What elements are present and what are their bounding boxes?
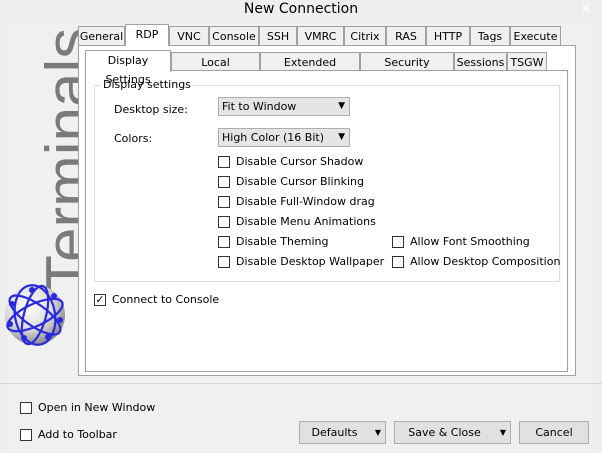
checkbox-box[interactable] bbox=[392, 236, 404, 248]
button-label: Cancel bbox=[535, 426, 573, 439]
subtab-security-settings[interactable]: Security Settings bbox=[360, 52, 454, 88]
checkbox-box[interactable] bbox=[20, 429, 32, 441]
close-icon[interactable]: ✕ bbox=[578, 0, 594, 19]
footer-separator bbox=[0, 383, 602, 384]
checkbox-box[interactable] bbox=[218, 176, 230, 188]
button-label: Save & Close bbox=[408, 426, 481, 439]
subtab-display-settings[interactable]: Display Settings bbox=[85, 50, 171, 86]
title-bar: New Connection ✕ bbox=[0, 0, 602, 19]
colors-value: High Color (16 Bit) bbox=[222, 131, 324, 144]
checkbox-box[interactable] bbox=[218, 196, 230, 208]
tab-ras[interactable]: RAS bbox=[386, 26, 426, 45]
checkbox-box[interactable] bbox=[218, 256, 230, 268]
tab-http[interactable]: HTTP bbox=[426, 26, 470, 45]
display-settings-panel: Display settings Desktop size: Fit to Wi… bbox=[85, 70, 568, 372]
checkbox-box[interactable] bbox=[218, 156, 230, 168]
subtab-tsgw[interactable]: TSGW bbox=[507, 52, 547, 71]
checkbox-label: Disable Theming bbox=[236, 235, 329, 248]
colors-select[interactable]: High Color (16 Bit) ▼ bbox=[218, 128, 350, 147]
chevron-down-icon: ▼ bbox=[338, 101, 345, 111]
checkbox-label: Open in New Window bbox=[38, 401, 156, 414]
checkbox-label: Disable Menu Animations bbox=[236, 215, 376, 228]
checkbox-box[interactable] bbox=[392, 256, 404, 268]
checkbox-box[interactable] bbox=[20, 402, 32, 414]
checkbox-label: Add to Toolbar bbox=[38, 428, 117, 441]
cancel-button[interactable]: Cancel bbox=[519, 421, 589, 444]
tab-execute[interactable]: Execute bbox=[510, 26, 561, 45]
subtab-local-resources[interactable]: Local Resources bbox=[171, 52, 260, 88]
tab-citrix[interactable]: Citrix bbox=[344, 26, 386, 45]
display-settings-group: Display settings Desktop size: Fit to Wi… bbox=[94, 78, 561, 282]
checkbox-box-checked[interactable]: ✓ bbox=[94, 294, 106, 306]
checkbox-label: Allow Font Smoothing bbox=[410, 235, 530, 248]
checkbox-box[interactable] bbox=[218, 236, 230, 248]
window-frame-right bbox=[596, 19, 602, 453]
desktop-size-label: Desktop size: bbox=[114, 103, 188, 116]
chevron-down-icon: ▼ bbox=[374, 428, 381, 437]
button-label: Defaults bbox=[311, 426, 358, 439]
subtab-extended-settings[interactable]: Extended Settings bbox=[260, 52, 360, 88]
checkbox-label: Connect to Console bbox=[112, 293, 220, 306]
chevron-down-icon: ▼ bbox=[499, 428, 506, 437]
checkbox-box[interactable] bbox=[218, 216, 230, 228]
checkbox-label: Disable Cursor Shadow bbox=[236, 155, 364, 168]
globe-logo-icon bbox=[5, 284, 65, 346]
brand-area: Terminals bbox=[8, 28, 103, 293]
checkbox-label: Allow Desktop Composition bbox=[410, 255, 561, 268]
window-title: New Connection bbox=[243, 1, 359, 17]
save-close-button[interactable]: Save & Close ▼ bbox=[394, 421, 511, 444]
checkbox-label: Disable Cursor Blinking bbox=[236, 175, 364, 188]
tab-console[interactable]: Console bbox=[209, 26, 259, 45]
checkbox-label: Disable Desktop Wallpaper bbox=[236, 255, 385, 268]
tab-rdp[interactable]: RDP bbox=[125, 24, 169, 46]
desktop-size-value: Fit to Window bbox=[222, 100, 297, 113]
tab-vmrc[interactable]: VMRC bbox=[297, 26, 344, 45]
tab-vnc[interactable]: VNC bbox=[169, 26, 209, 45]
colors-label: Colors: bbox=[114, 132, 153, 145]
chevron-down-icon: ▼ bbox=[338, 132, 345, 142]
subtab-sessions[interactable]: Sessions bbox=[454, 52, 507, 71]
tab-tags[interactable]: Tags bbox=[470, 26, 510, 45]
desktop-size-select[interactable]: Fit to Window ▼ bbox=[218, 97, 350, 116]
rdp-tab-panel: Display Settings Local Resources Extende… bbox=[78, 45, 576, 376]
defaults-button[interactable]: Defaults ▼ bbox=[299, 421, 386, 444]
tab-general[interactable]: General bbox=[78, 26, 125, 45]
tab-ssh[interactable]: SSH bbox=[259, 26, 297, 45]
checkbox-label: Disable Full-Window drag bbox=[236, 195, 375, 208]
